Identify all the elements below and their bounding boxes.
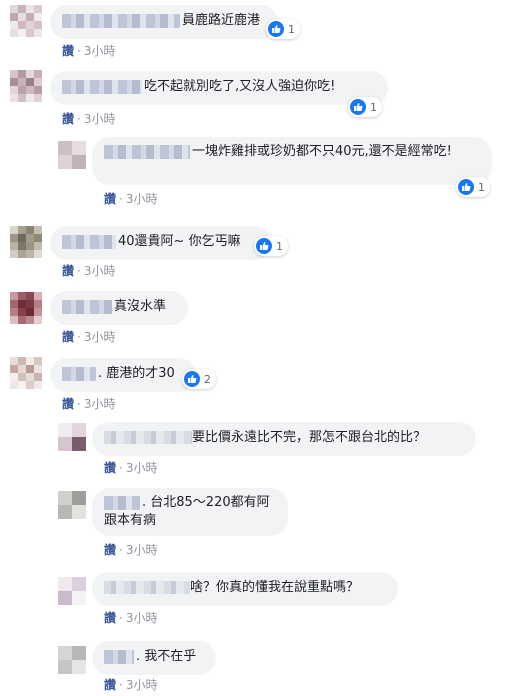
comment-bubble: 40還貴阿~ 你乞丐嘛 bbox=[50, 226, 272, 260]
timestamp[interactable]: 3小時 bbox=[84, 397, 116, 411]
comment-text: . 台北85～220都有阿 bbox=[142, 495, 270, 510]
comment-text: . 我不在乎 bbox=[136, 649, 197, 664]
comment-meta: 讚 · 3小時 bbox=[104, 461, 158, 475]
comment-text: 要比價永遠比不完，那怎不跟台北的比？ bbox=[192, 430, 427, 445]
like-link[interactable]: 讚 bbox=[62, 397, 74, 411]
timestamp[interactable]: 3小時 bbox=[126, 678, 158, 692]
like-link[interactable]: 讚 bbox=[62, 44, 74, 58]
comment-meta: 讚 · 3小時 bbox=[62, 397, 116, 411]
timestamp[interactable]: 3小時 bbox=[126, 543, 158, 557]
blurred-name bbox=[104, 144, 190, 159]
comment-meta: 讚 · 3小時 bbox=[104, 192, 158, 206]
blurred-name bbox=[104, 581, 190, 594]
avatar[interactable] bbox=[58, 141, 86, 169]
comment-text: 一塊炸雞排或珍奶都不只40元,還不是經常吃! bbox=[192, 144, 452, 159]
blurred-name bbox=[62, 366, 96, 381]
comment-meta: 讚 · 3小時 bbox=[62, 112, 116, 126]
timestamp[interactable]: 3小時 bbox=[84, 44, 116, 58]
timestamp[interactable]: 3小時 bbox=[84, 112, 116, 126]
comment-bubble: . 台北85～220都有阿 跟本有病 bbox=[92, 488, 288, 536]
like-link[interactable]: 讚 bbox=[104, 611, 116, 625]
comment-meta: 讚 · 3小時 bbox=[62, 330, 116, 344]
comment-text: 跟本有病 bbox=[104, 513, 157, 528]
avatar[interactable] bbox=[58, 423, 86, 451]
comment-bubble: 一塊炸雞排或珍奶都不只40元,還不是經常吃! bbox=[92, 137, 492, 185]
timestamp[interactable]: 3小時 bbox=[126, 611, 158, 625]
thumbs-up-icon bbox=[350, 99, 366, 115]
blurred-name bbox=[62, 234, 116, 249]
like-link[interactable]: 讚 bbox=[104, 192, 116, 206]
comment-bubble: 真沒水準 bbox=[50, 291, 188, 325]
avatar[interactable] bbox=[10, 357, 42, 389]
like-link[interactable]: 讚 bbox=[104, 461, 116, 475]
blurred-name bbox=[104, 495, 140, 510]
timestamp[interactable]: 3小時 bbox=[126, 192, 158, 206]
comment-bubble: 要比價永遠比不完，那怎不跟台北的比？ bbox=[92, 422, 476, 456]
comment-text: 40還貴阿~ 你乞丐嘛 bbox=[118, 234, 241, 249]
blurred-name bbox=[62, 299, 112, 314]
avatar[interactable] bbox=[58, 577, 86, 605]
comment-text: 啥？你真的懂我在說重點嗎？ bbox=[190, 580, 360, 595]
comment-meta: 讚 · 3小時 bbox=[104, 543, 158, 557]
avatar[interactable] bbox=[10, 226, 42, 258]
reaction-count[interactable]: 1 bbox=[254, 236, 288, 256]
avatar[interactable] bbox=[58, 646, 86, 674]
comment-meta: 讚 · 3小時 bbox=[62, 264, 116, 278]
reaction-count[interactable]: 2 bbox=[182, 369, 216, 389]
like-link[interactable]: 讚 bbox=[62, 264, 74, 278]
blurred-name bbox=[104, 431, 192, 444]
comment-text: 員鹿路近鹿港 bbox=[182, 13, 261, 28]
comment-meta: 讚 · 3小時 bbox=[104, 678, 158, 692]
like-link[interactable]: 讚 bbox=[104, 678, 116, 692]
thumbs-up-icon bbox=[458, 179, 474, 195]
reaction-count[interactable]: 1 bbox=[456, 177, 490, 197]
comment-text: . 鹿港的才30 bbox=[98, 366, 175, 381]
comment-bubble: . 我不在乎 bbox=[92, 641, 216, 675]
reaction-count[interactable]: 1 bbox=[266, 19, 300, 39]
thumbs-up-icon bbox=[184, 371, 200, 387]
thumbs-up-icon bbox=[268, 21, 284, 37]
reaction-count[interactable]: 1 bbox=[348, 97, 382, 117]
comment-bubble: 員鹿路近鹿港 bbox=[50, 5, 278, 39]
blurred-name bbox=[104, 649, 134, 664]
avatar[interactable] bbox=[10, 5, 42, 37]
avatar[interactable] bbox=[10, 292, 42, 324]
comment-bubble: 吃不起就別吃了,又沒人強迫你吃! bbox=[50, 71, 388, 105]
like-link[interactable]: 讚 bbox=[62, 112, 74, 126]
thumbs-up-icon bbox=[256, 238, 272, 254]
comment-text: 吃不起就別吃了,又沒人強迫你吃! bbox=[144, 79, 336, 94]
timestamp[interactable]: 3小時 bbox=[84, 330, 116, 344]
like-link[interactable]: 讚 bbox=[62, 330, 74, 344]
like-link[interactable]: 讚 bbox=[104, 543, 116, 557]
avatar[interactable] bbox=[10, 70, 42, 102]
avatar[interactable] bbox=[58, 491, 86, 519]
comment-meta: 讚 · 3小時 bbox=[104, 611, 158, 625]
comment-meta: 讚 · 3小時 bbox=[62, 44, 116, 58]
blurred-name bbox=[62, 79, 142, 94]
blurred-name bbox=[62, 13, 180, 28]
timestamp[interactable]: 3小時 bbox=[126, 461, 158, 475]
timestamp[interactable]: 3小時 bbox=[84, 264, 116, 278]
comment-text: 真沒水準 bbox=[114, 299, 167, 314]
comment-bubble: 啥？你真的懂我在說重點嗎？ bbox=[92, 572, 398, 606]
comment-bubble: . 鹿港的才30 bbox=[50, 358, 196, 392]
